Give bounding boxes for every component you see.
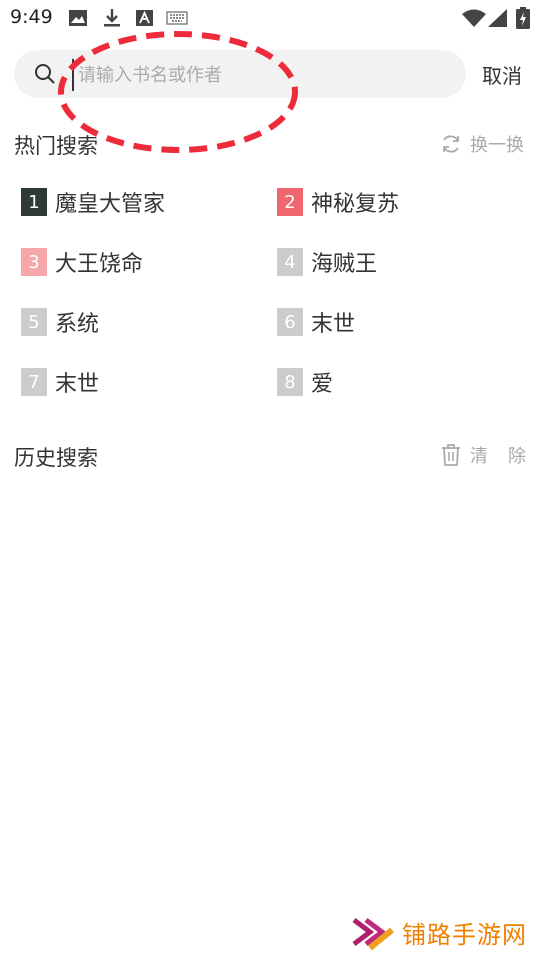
refresh-button[interactable]: 换一换 [440, 131, 524, 157]
hot-item-label: 爱 [311, 372, 334, 397]
rank-badge: 2 [277, 188, 303, 216]
hot-item[interactable]: 5 系统 [21, 307, 99, 337]
rank-badge: 4 [277, 248, 303, 276]
hot-item[interactable]: 6 末世 [277, 307, 355, 337]
hot-item-label: 末世 [311, 312, 356, 337]
hot-item[interactable]: 3 大王饶命 [21, 247, 143, 277]
hot-item-label: 魔皇大管家 [55, 192, 166, 217]
rank-badge: 5 [21, 308, 47, 336]
signal-icon [488, 9, 507, 27]
refresh-icon [443, 135, 459, 153]
image-icon [69, 10, 87, 26]
rank-badge: 6 [277, 308, 303, 336]
watermark-logo-icon [352, 918, 394, 951]
history-search-title: 历史搜索 [14, 446, 98, 470]
wifi-icon [462, 9, 486, 27]
rank-badge: 7 [21, 368, 47, 396]
rank-badge: 8 [277, 368, 303, 396]
hot-item-label: 末世 [55, 372, 100, 397]
download-icon [104, 9, 120, 27]
hot-item[interactable]: 8 爱 [277, 367, 333, 397]
hot-item[interactable]: 7 末世 [21, 367, 99, 397]
hot-item-label: 神秘复苏 [311, 192, 400, 217]
hot-item-label: 海贼王 [311, 252, 378, 277]
clear-label: 除 [508, 446, 526, 467]
hot-item[interactable]: 4 海贼王 [277, 247, 377, 277]
watermark: 铺路手游网 [352, 912, 527, 952]
watermark-text: 铺路手游网 [402, 920, 527, 949]
hot-item[interactable]: 1 魔皇大管家 [21, 187, 165, 217]
hot-item-label: 大王饶命 [55, 252, 144, 277]
refresh-label: 换一换 [470, 135, 524, 156]
trash-icon [442, 444, 460, 466]
cancel-button[interactable]: 取消 [482, 60, 522, 89]
rank-badge: 1 [21, 188, 47, 216]
status-time: 9:49 [10, 6, 53, 28]
clear-history-button[interactable]: 清 除 [440, 442, 526, 468]
clear-label: 清 [470, 446, 488, 467]
keyboard-icon [166, 11, 188, 25]
font-a-icon [136, 10, 153, 26]
battery-icon [516, 7, 530, 29]
search-icon [35, 64, 55, 84]
hot-item[interactable]: 2 神秘复苏 [277, 187, 399, 217]
hot-item-label: 系统 [55, 312, 100, 337]
rank-badge: 3 [21, 248, 47, 276]
hot-search-title: 热门搜索 [14, 134, 98, 158]
